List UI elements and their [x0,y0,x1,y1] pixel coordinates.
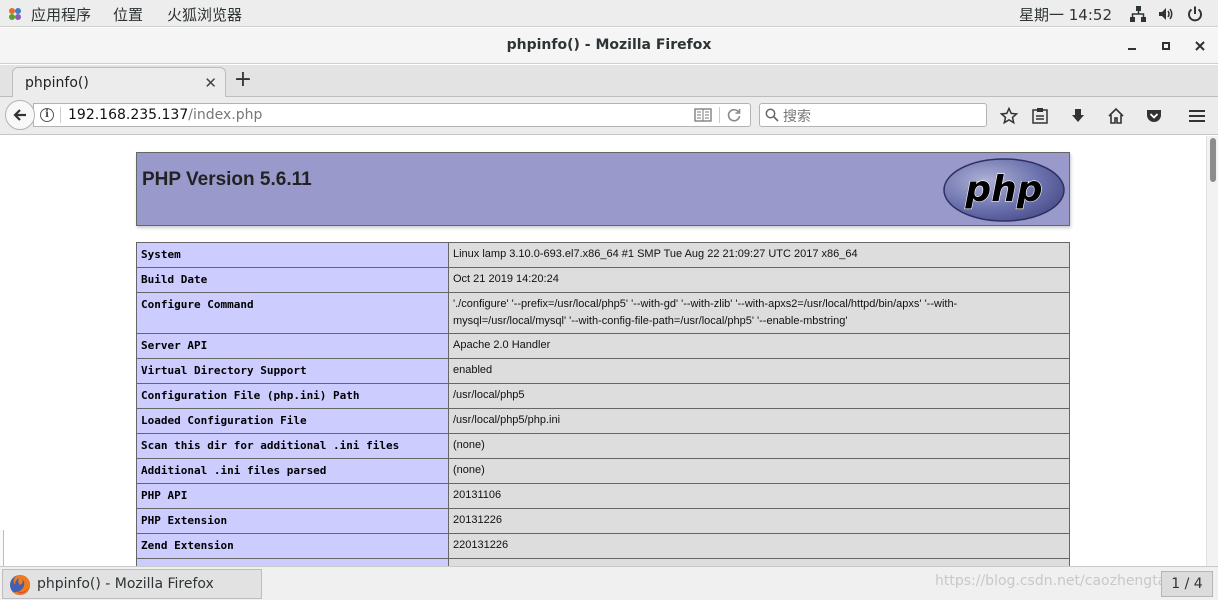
back-arrow-icon [13,109,26,121]
php-info-table: System Linux lamp 3.10.0-693.el7.x86_64 #… [136,242,1070,566]
maximize-icon [1162,42,1170,50]
window-title: phpinfo() - Mozilla Firefox [506,37,712,53]
svg-text:php: php [964,169,1042,210]
info-key-cell: PHP Extension [136,508,449,534]
close-icon [1195,41,1205,51]
info-key-cell: Server API [136,333,449,359]
info-value-cell: 20131226 [448,508,1070,534]
applications-menu[interactable]: 应用程序 [31,4,91,25]
menu-hamburger-icon[interactable] [1188,107,1206,125]
new-tab-button[interactable]: + [232,68,254,94]
taskbar-item-label: phpinfo() - Mozilla Firefox [37,576,214,592]
places-menu[interactable]: 位置 [113,4,143,25]
php-logo: php [943,158,1065,222]
info-table-row: System Linux lamp 3.10.0-693.el7.x86_64 #… [136,242,1070,268]
gnome-top-bar: 应用程序 位置 火狐浏览器 星期一 14:52 [0,0,1218,27]
php-version-header: PHP Version 5.6.11 php [136,152,1070,226]
info-table-row: Additional .ini files parsed (none) [136,458,1070,484]
taskbar-item-firefox[interactable]: phpinfo() - Mozilla Firefox [2,569,262,599]
tab-strip: phpinfo() ✕ + [0,65,1218,98]
bookmark-star-icon[interactable] [1000,107,1018,125]
info-key-cell: PHP API [136,483,449,509]
maximize-button[interactable] [1156,36,1176,56]
left-edge-handle [0,530,4,566]
info-table-row: Scan this dir for additional .ini files(… [136,433,1070,459]
info-value-cell: /usr/local/php5/php.ini [448,408,1070,434]
info-value-cell: (none) [448,458,1070,484]
info-key-cell: System [136,242,449,268]
info-key-cell: Configure Command [136,292,449,334]
power-icon[interactable] [1186,5,1204,23]
tab-label: phpinfo() [25,75,89,91]
scrollbar-thumb[interactable] [1210,138,1216,182]
info-key-cell: Build Date [136,267,449,293]
info-key-cell: Loaded Configuration File [136,408,449,434]
volume-icon[interactable] [1157,5,1175,23]
tab-close-icon[interactable]: ✕ [204,74,217,92]
info-table-row: PHP Extension 20131226 [136,508,1070,534]
site-info-icon[interactable]: i [40,108,54,122]
info-value-cell: './configure' '--prefix=/usr/local/php5'… [448,292,1070,334]
firefox-icon [10,575,30,595]
info-value-cell: Oct 21 2019 14:20:24 [448,267,1070,293]
url-host: 192.168.235.137 [68,107,189,123]
php-info-rows: System Linux lamp 3.10.0-693.el7.x86_64 #… [136,242,1070,566]
search-placeholder: 搜索 [783,109,811,125]
info-value-cell: Linux lamp 3.10.0-693.el7.x86_64 #1 SMP … [448,242,1070,268]
info-table-row: Configure Command './configure' '--prefix… [136,292,1070,334]
info-key-cell: Scan this dir for additional .ini files [136,433,449,459]
tab-phpinfo[interactable]: phpinfo() ✕ [12,67,226,98]
applications-icon [9,8,21,20]
url-separator [60,107,61,123]
info-table-row: Zend Extension 220131226 [136,533,1070,559]
info-table-row [136,558,1070,566]
info-value-cell: Apache 2.0 Handler [448,333,1070,359]
info-value-cell: (none) [448,433,1070,459]
info-key-cell: Additional .ini files parsed [136,458,449,484]
workspace-indicator[interactable]: 1 / 4 [1161,571,1213,597]
php-version-title: PHP Version 5.6.11 [142,169,312,190]
search-icon [765,108,779,122]
info-key-cell [136,558,449,566]
downloads-icon[interactable] [1069,107,1087,125]
url-separator [719,107,720,123]
info-table-row: Loaded Configuration File/usr/local/php5… [136,408,1070,434]
window-title-bar: phpinfo() - Mozilla Firefox [0,28,1218,64]
search-bar[interactable]: 搜索 [759,103,987,127]
url-text[interactable]: 192.168.235.137/index.php [68,107,262,123]
reload-icon[interactable] [726,107,742,123]
info-table-row: Server API Apache 2.0 Handler [136,333,1070,359]
network-icon[interactable] [1129,5,1147,23]
url-bar[interactable]: i 192.168.235.137/index.php [33,103,751,127]
page-content: PHP Version 5.6.11 php System Linux lamp … [0,136,1206,566]
bottom-taskbar: phpinfo() - Mozilla Firefox https://blog… [0,566,1218,600]
info-table-row: Build Date Oct 21 2019 14:20:24 [136,267,1070,293]
vertical-scrollbar[interactable] [1206,136,1218,566]
url-path: /index.php [188,107,263,123]
clock[interactable]: 星期一 14:52 [1019,4,1112,25]
info-key-cell: Zend Extension [136,533,449,559]
info-table-row: Virtual Directory Support enabled [136,358,1070,384]
minimize-button[interactable] [1122,36,1142,56]
pocket-icon[interactable] [1145,107,1163,125]
info-value-cell: 20131106 [448,483,1070,509]
bookmarks-library-icon[interactable] [1031,107,1049,125]
info-value-cell [448,558,1070,566]
info-value-cell: /usr/local/php5 [448,383,1070,409]
back-button[interactable] [5,100,35,130]
reader-view-icon[interactable] [694,107,712,123]
minimize-icon [1128,48,1136,50]
info-value-cell: 220131226 [448,533,1070,559]
close-window-button[interactable] [1190,36,1210,56]
firefox-app-menu[interactable]: 火狐浏览器 [167,4,242,25]
navigation-toolbar: i 192.168.235.137/index.php 搜索 [0,97,1218,135]
home-icon[interactable] [1107,107,1125,125]
info-key-cell: Virtual Directory Support [136,358,449,384]
info-table-row: Configuration File (php.ini) Path/usr/lo… [136,383,1070,409]
info-value-cell: enabled [448,358,1070,384]
info-table-row: PHP API 20131106 [136,483,1070,509]
info-key-cell: Configuration File (php.ini) Path [136,383,449,409]
